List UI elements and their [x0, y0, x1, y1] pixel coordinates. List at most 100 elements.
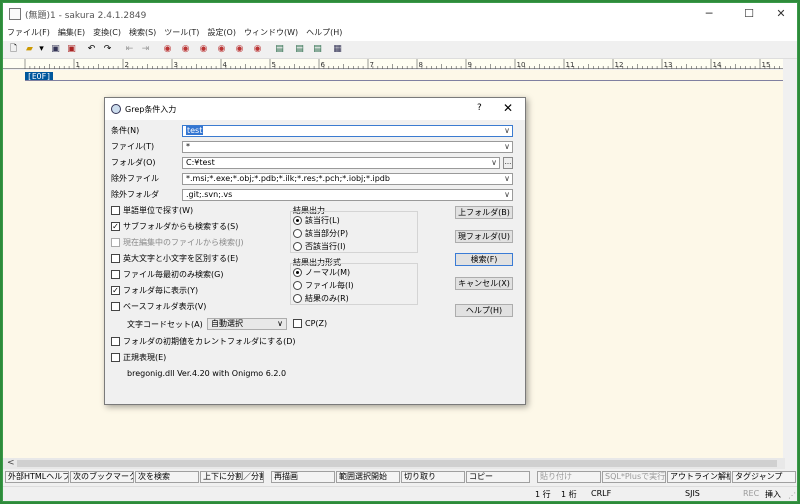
fkey-f2[interactable]: 次のブックマーク: [70, 471, 134, 483]
folder-combo[interactable]: C:¥test ∨: [182, 157, 500, 169]
fkey-f1[interactable]: 外部HTMLヘルプ: [5, 471, 69, 483]
undo-icon[interactable]: ↶: [85, 43, 98, 56]
menu-search[interactable]: 検索(S): [125, 25, 160, 40]
save-all-icon[interactable]: ▣: [65, 43, 78, 56]
save-icon[interactable]: ▣: [49, 43, 62, 56]
search-prev-icon[interactable]: ◉: [161, 43, 174, 56]
word-checkbox[interactable]: 単語単位で探す(W): [111, 205, 193, 216]
grep-icon[interactable]: ◉: [233, 43, 246, 56]
subfolder-checkbox[interactable]: ✓ サブフォルダからも検索する(S): [111, 221, 238, 232]
vertical-scrollbar[interactable]: [783, 59, 797, 458]
dialog-help-icon[interactable]: ?: [477, 103, 482, 113]
new-file-icon[interactable]: 🗋: [7, 43, 20, 56]
fkey-f4[interactable]: 上下に分割／分割: [200, 471, 264, 483]
mark-icon[interactable]: ◉: [251, 43, 264, 56]
cancel-button[interactable]: キャンセル(X): [455, 277, 513, 290]
regex-checkbox[interactable]: 正規表現(E): [111, 352, 166, 363]
menu-window[interactable]: ウィンドウ(W): [240, 25, 302, 40]
chevron-down-icon[interactable]: ∨: [491, 158, 497, 168]
radio-icon[interactable]: [293, 281, 302, 290]
radio-result-only[interactable]: 結果のみ(R): [293, 293, 349, 304]
forward-icon[interactable]: ⇥: [139, 43, 152, 56]
charset-select[interactable]: 自動選択 ∨: [207, 318, 287, 330]
maximize-button[interactable]: ☐: [731, 3, 767, 25]
radio-selected-icon[interactable]: [293, 268, 302, 277]
close-button[interactable]: ✕: [763, 3, 797, 25]
back-icon[interactable]: ⇤: [123, 43, 136, 56]
radio-per-file[interactable]: ファイル毎(I): [293, 280, 354, 291]
exclude-folder-combo[interactable]: .git;.svn;.vs ∨: [182, 189, 513, 201]
chevron-down-icon[interactable]: ∨: [504, 174, 510, 184]
exclude-file-combo[interactable]: *.msi;*.exe;*.obj;*.pdb;*.ilk;*.res;*.pc…: [182, 173, 513, 185]
scroll-left-icon[interactable]: <: [7, 458, 15, 468]
fkey-f9[interactable]: 貼り付け: [537, 471, 601, 483]
first-only-checkbox[interactable]: ファイル毎最初のみ検索(G): [111, 269, 223, 280]
fkey-f11[interactable]: アウトライン解析: [667, 471, 731, 483]
cp-checkbox[interactable]: CP(Z): [293, 319, 327, 328]
radio-matching-part[interactable]: 該当部分(P): [293, 228, 348, 239]
checkbox-box[interactable]: [111, 238, 120, 247]
menu-edit[interactable]: 編集(E): [54, 25, 89, 40]
radio-icon[interactable]: [293, 294, 302, 303]
chevron-down-icon[interactable]: ∨: [504, 142, 510, 152]
radio-icon[interactable]: [293, 229, 302, 238]
radio-non-matching[interactable]: 否該当行(I): [293, 241, 346, 252]
checkbox-box[interactable]: [111, 302, 120, 311]
menu-tools[interactable]: ツール(T): [160, 25, 203, 40]
fkey-f3[interactable]: 次を検索: [135, 471, 199, 483]
chevron-down-icon[interactable]: ∨: [277, 319, 283, 329]
minimize-button[interactable]: ─: [691, 3, 727, 25]
dropdown-arrow-icon[interactable]: ▾: [35, 43, 48, 56]
current-file-checkbox[interactable]: 現在編集中のファイルから検索(J): [111, 237, 244, 248]
replace-icon[interactable]: ◉: [215, 43, 228, 56]
file-combo[interactable]: * ∨: [182, 141, 513, 153]
fkey-f5[interactable]: 再描画: [271, 471, 335, 483]
checkbox-box[interactable]: [111, 206, 120, 215]
resize-grip-icon[interactable]: ⋰: [788, 491, 797, 500]
scroll-thumb[interactable]: [17, 460, 777, 467]
radio-selected-icon[interactable]: [293, 216, 302, 225]
search-button[interactable]: 検索(F): [455, 253, 513, 266]
base-folder-checkbox[interactable]: ベースフォルダ表示(V): [111, 301, 206, 312]
menu-bar: ファイル(F) 編集(E) 変換(C) 検索(S) ツール(T) 設定(O) ウィンドウ(W…: [3, 25, 797, 41]
fkey-f12[interactable]: タグジャンプ: [732, 471, 796, 483]
checkbox-box[interactable]: [111, 353, 120, 362]
condition-combo[interactable]: test ∨: [182, 125, 513, 137]
settings-icon[interactable]: ▦: [331, 43, 344, 56]
redo-icon[interactable]: ↷: [101, 43, 114, 56]
menu-convert[interactable]: 変換(C): [89, 25, 125, 40]
radio-normal[interactable]: ノーマル(M): [293, 267, 350, 278]
per-folder-checkbox[interactable]: ✓ フォルダ毎に表示(Y): [111, 285, 198, 296]
horizontal-scrollbar[interactable]: <: [3, 458, 785, 469]
fkey-f6[interactable]: 範囲選択開始: [336, 471, 400, 483]
browse-folder-button[interactable]: ...: [503, 157, 513, 169]
radio-matching-line[interactable]: 該当行(L): [293, 215, 340, 226]
current-folder-button[interactable]: 現フォルダ(U): [455, 230, 513, 243]
fkey-f7[interactable]: 切り取り: [401, 471, 465, 483]
menu-settings[interactable]: 設定(O): [203, 25, 240, 40]
tag-jump-icon[interactable]: ▤: [273, 43, 286, 56]
chevron-down-icon[interactable]: ∨: [504, 126, 510, 136]
bookmark-icon[interactable]: ▤: [311, 43, 324, 56]
outline-icon[interactable]: ▤: [293, 43, 306, 56]
chevron-down-icon[interactable]: ∨: [504, 190, 510, 200]
menu-help[interactable]: ヘルプ(H): [302, 25, 346, 40]
case-checkbox[interactable]: 英大文字と小文字を区別する(E): [111, 253, 238, 264]
fkey-f10[interactable]: SQL*Plusで実行: [602, 471, 666, 483]
checkbox-box[interactable]: [293, 319, 302, 328]
checkbox-box[interactable]: [111, 270, 120, 279]
dialog-close-icon[interactable]: ✕: [503, 101, 513, 115]
help-button[interactable]: ヘルプ(H): [455, 304, 513, 317]
checkmark-icon[interactable]: ✓: [111, 222, 120, 231]
search-next-icon[interactable]: ◉: [179, 43, 192, 56]
fkey-f8[interactable]: コピー: [466, 471, 530, 483]
checkmark-icon[interactable]: ✓: [111, 286, 120, 295]
version-text: bregonig.dll Ver.4.20 with Onigmo 6.2.0: [127, 369, 287, 378]
menu-file[interactable]: ファイル(F): [3, 25, 54, 40]
checkbox-box[interactable]: [111, 254, 120, 263]
init-folder-checkbox[interactable]: フォルダの初期値をカレントフォルダにする(D): [111, 336, 295, 347]
checkbox-box[interactable]: [111, 337, 120, 346]
search-dialog-icon[interactable]: ◉: [197, 43, 210, 56]
radio-icon[interactable]: [293, 242, 302, 251]
up-folder-button[interactable]: 上フォルダ(B): [455, 206, 513, 219]
